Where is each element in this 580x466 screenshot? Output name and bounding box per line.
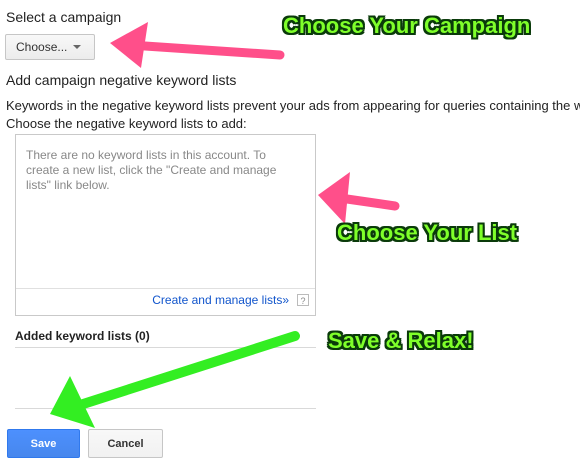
pink-arrow-list <box>318 172 400 224</box>
pink-arrow-campaign <box>110 22 285 68</box>
annotation-save-relax: Save & Relax! <box>328 328 474 353</box>
annotation-choose-list: Choose Your List <box>337 220 518 245</box>
annotation-choose-campaign: Choose Your Campaign <box>283 13 531 38</box>
green-arrow-save <box>50 331 300 428</box>
